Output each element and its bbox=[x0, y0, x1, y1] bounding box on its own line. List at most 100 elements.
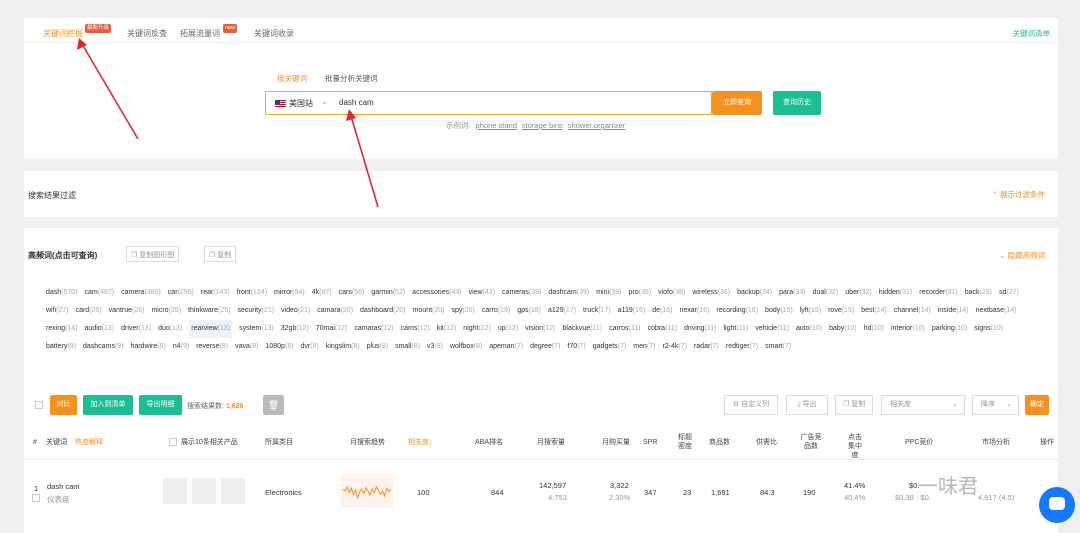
high-frequency-word[interactable]: recorder(31) bbox=[919, 284, 958, 302]
high-frequency-word[interactable]: accessories(43) bbox=[412, 284, 461, 302]
high-frequency-word[interactable]: dual(32) bbox=[813, 284, 839, 302]
header-click-concentration[interactable]: 点击集中度 bbox=[845, 433, 865, 460]
high-frequency-word[interactable]: 70mai(12) bbox=[316, 320, 348, 338]
high-frequency-word[interactable]: camera(380) bbox=[121, 284, 161, 302]
high-frequency-word[interactable]: men(7) bbox=[633, 338, 655, 356]
high-frequency-word[interactable]: parking(10) bbox=[932, 320, 967, 338]
high-frequency-word[interactable]: audio(13) bbox=[85, 320, 115, 338]
high-frequency-word[interactable]: para(33) bbox=[779, 284, 805, 302]
high-frequency-word[interactable]: cobra(11) bbox=[647, 320, 676, 338]
keyword-list-link[interactable]: 关键词清单 bbox=[1013, 28, 1051, 39]
show-filter-conditions[interactable]: ⌃ 展示过滤条件 bbox=[992, 189, 1045, 200]
product-thumbnail[interactable] bbox=[163, 478, 187, 504]
high-frequency-word[interactable]: mirror(94) bbox=[274, 284, 305, 302]
custom-columns-button[interactable]: ⚙ 自定义列 bbox=[724, 395, 778, 415]
copy-table-button[interactable]: ❐ 复制 bbox=[835, 395, 873, 415]
high-frequency-word[interactable]: backup(34) bbox=[737, 284, 772, 302]
high-frequency-word[interactable]: micro(25) bbox=[151, 302, 181, 320]
select-all-checkbox[interactable] bbox=[35, 401, 43, 409]
high-frequency-word[interactable]: up(12) bbox=[498, 320, 518, 338]
high-frequency-word[interactable]: rove(15) bbox=[828, 302, 854, 320]
high-frequency-word[interactable]: plus(8) bbox=[367, 338, 388, 356]
high-frequency-word[interactable]: dash(570) bbox=[46, 284, 78, 302]
high-frequency-word[interactable]: front(124) bbox=[237, 284, 267, 302]
high-frequency-word[interactable]: duo(13) bbox=[158, 320, 182, 338]
export-detail-button[interactable]: 导出明细 bbox=[139, 395, 182, 415]
high-frequency-word[interactable]: redtiger(7) bbox=[726, 338, 758, 356]
high-frequency-word[interactable]: pro(39) bbox=[629, 284, 652, 302]
high-frequency-word[interactable]: truck(17) bbox=[583, 302, 611, 320]
header-category[interactable]: 所属类目 bbox=[265, 438, 293, 447]
high-frequency-word[interactable]: channel(14) bbox=[894, 302, 931, 320]
high-frequency-word[interactable]: vava(9) bbox=[235, 338, 258, 356]
copy-button[interactable]: ❐ 复制 bbox=[204, 246, 237, 262]
high-frequency-word[interactable]: de(16) bbox=[652, 302, 672, 320]
hide-high-frequency[interactable]: ⌄ 隐藏高频词 bbox=[999, 250, 1045, 261]
high-frequency-word[interactable]: vehicle(11) bbox=[755, 320, 789, 338]
header-supply-demand[interactable]: 供需比 bbox=[756, 438, 777, 447]
high-frequency-word[interactable]: gps(18) bbox=[517, 302, 541, 320]
header-keyword[interactable]: 关键词 bbox=[46, 438, 67, 447]
high-frequency-word[interactable]: dashboard(20) bbox=[360, 302, 406, 320]
compare-button[interactable]: 对比 bbox=[50, 395, 77, 415]
high-frequency-word[interactable]: kit(12) bbox=[437, 320, 456, 338]
add-to-list-button[interactable]: 加入到清单 bbox=[83, 395, 133, 415]
high-frequency-word[interactable]: wolfbox(8) bbox=[450, 338, 482, 356]
high-frequency-word[interactable]: smart(7) bbox=[765, 338, 791, 356]
high-frequency-word[interactable]: dashcams(9) bbox=[83, 338, 123, 356]
high-frequency-word[interactable]: viofo(38) bbox=[658, 284, 685, 302]
high-frequency-word[interactable]: lyft(15) bbox=[800, 302, 821, 320]
copy-images-button[interactable]: ❐ 复制图形图 bbox=[126, 246, 180, 262]
high-frequency-word[interactable]: vision(12) bbox=[525, 320, 555, 338]
high-frequency-word[interactable]: system(13) bbox=[239, 320, 274, 338]
high-frequency-word[interactable]: dvr(8) bbox=[301, 338, 319, 356]
tab-keyword-mining[interactable]: 关键词挖掘 bbox=[43, 28, 83, 39]
example-keyword[interactable]: phone stand bbox=[476, 121, 517, 130]
search-input[interactable]: dash cam bbox=[339, 98, 374, 107]
high-frequency-word[interactable]: best(14) bbox=[861, 302, 887, 320]
confirm-button[interactable]: 确定 bbox=[1025, 395, 1049, 415]
tab-keyword-reverse[interactable]: 关键词反查 bbox=[127, 28, 167, 39]
high-frequency-word[interactable]: rear(143) bbox=[201, 284, 230, 302]
high-frequency-word[interactable]: f70(7) bbox=[567, 338, 585, 356]
high-frequency-word[interactable]: mount(20) bbox=[413, 302, 445, 320]
high-frequency-word[interactable]: 32gb(12) bbox=[281, 320, 309, 338]
product-thumbnail[interactable] bbox=[221, 478, 245, 504]
high-frequency-word[interactable]: hardwire(9) bbox=[130, 338, 165, 356]
header-relevance[interactable]: 相关度↓ bbox=[408, 438, 433, 447]
high-frequency-word[interactable]: video(21) bbox=[281, 302, 310, 320]
site-select[interactable]: 美国站 bbox=[289, 98, 313, 109]
high-frequency-word[interactable]: 4k(67) bbox=[312, 284, 332, 302]
high-frequency-word[interactable]: spy(20) bbox=[452, 302, 475, 320]
high-frequency-word[interactable]: car(296) bbox=[168, 284, 194, 302]
row-checkbox[interactable] bbox=[32, 494, 40, 502]
high-frequency-word[interactable]: battery(9) bbox=[46, 338, 76, 356]
high-frequency-word[interactable]: mini(39) bbox=[596, 284, 621, 302]
high-frequency-word[interactable]: cars(56) bbox=[339, 284, 365, 302]
chevron-down-icon[interactable]: ⌄ bbox=[321, 97, 328, 106]
high-frequency-word[interactable]: v3(8) bbox=[427, 338, 443, 356]
sort-order-select[interactable]: 降序 ⌄ bbox=[972, 395, 1019, 415]
high-frequency-word[interactable]: interior(10) bbox=[891, 320, 925, 338]
high-frequency-word[interactable]: thinkware(25) bbox=[188, 302, 230, 320]
high-frequency-word[interactable]: small(8) bbox=[395, 338, 420, 356]
header-spr[interactable]: SPR bbox=[643, 438, 657, 447]
high-frequency-word[interactable]: uber(32) bbox=[845, 284, 871, 302]
sort-field-select[interactable]: 相关度 ⌄ bbox=[881, 395, 965, 415]
high-frequency-word[interactable]: baby(10) bbox=[829, 320, 857, 338]
trend-sparkline[interactable] bbox=[341, 474, 393, 508]
high-frequency-word[interactable]: body(15) bbox=[765, 302, 793, 320]
example-keyword[interactable]: storage bins bbox=[522, 121, 563, 130]
high-frequency-word[interactable]: rexing(14) bbox=[46, 320, 78, 338]
high-frequency-word[interactable]: nexar(16) bbox=[679, 302, 709, 320]
show-products-checkbox[interactable] bbox=[169, 438, 177, 446]
high-frequency-word[interactable]: night(12) bbox=[463, 320, 491, 338]
header-monthly-search[interactable]: 月搜索量 bbox=[537, 438, 565, 447]
high-frequency-word[interactable]: inside(14) bbox=[938, 302, 969, 320]
high-frequency-word[interactable]: cams(12) bbox=[401, 320, 430, 338]
high-frequency-word[interactable]: auto(10) bbox=[796, 320, 822, 338]
history-button[interactable]: 查询历史 bbox=[773, 91, 821, 115]
high-frequency-word[interactable]: a129(17) bbox=[548, 302, 576, 320]
high-frequency-word[interactable]: reverse(9) bbox=[196, 338, 228, 356]
high-frequency-word[interactable]: degree(7) bbox=[530, 338, 560, 356]
